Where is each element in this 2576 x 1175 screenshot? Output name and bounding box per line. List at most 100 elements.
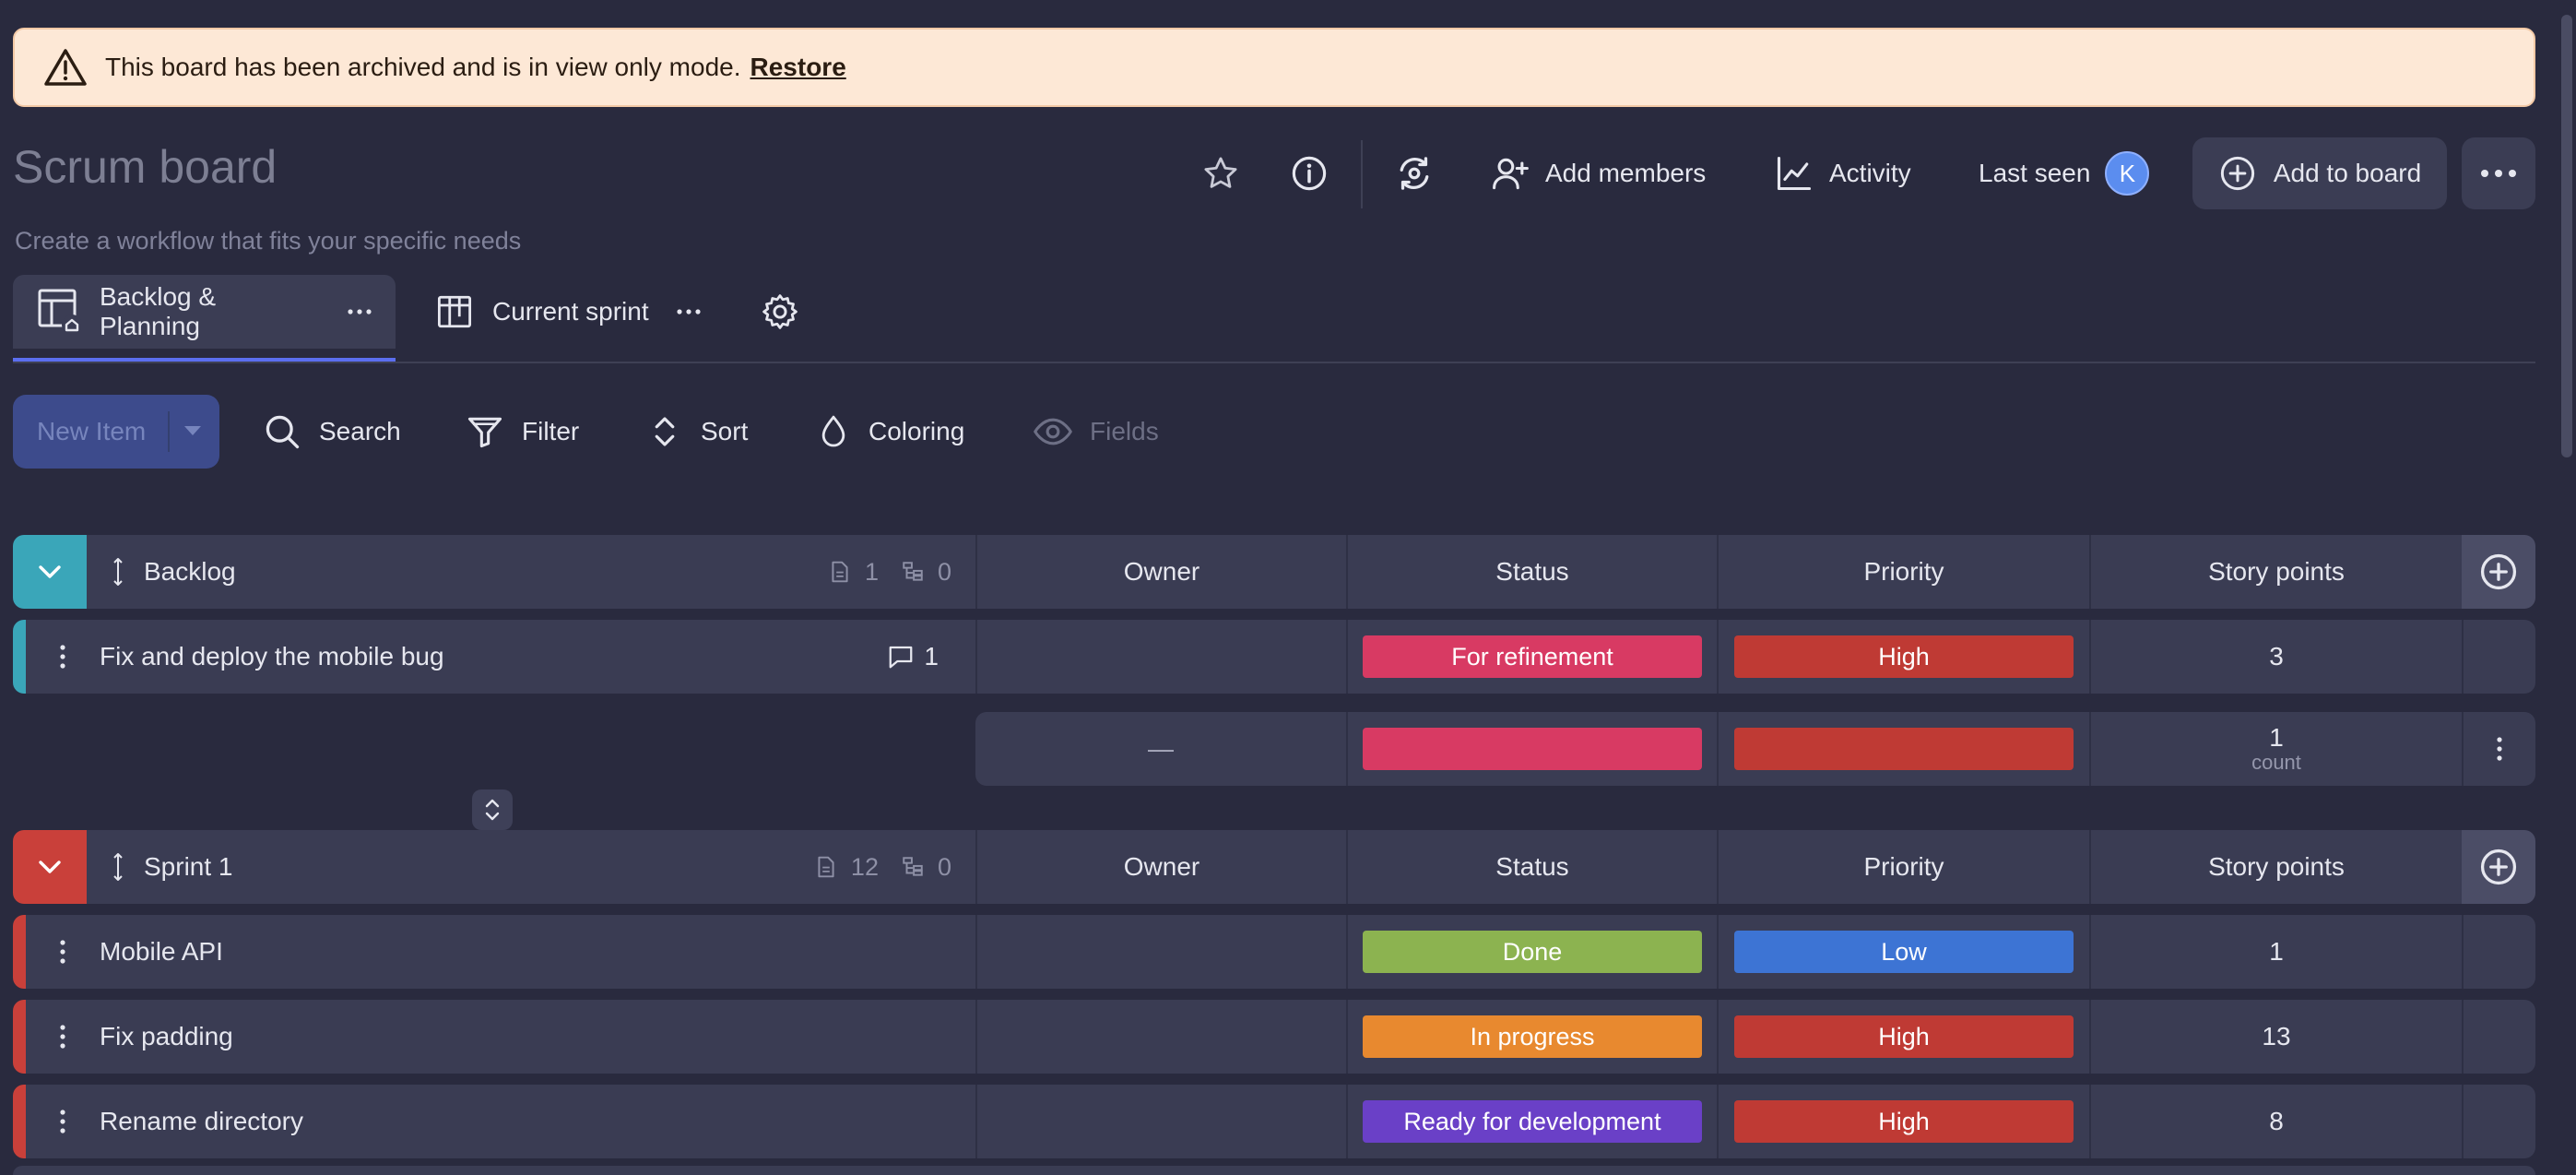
plus-circle-icon	[2478, 847, 2519, 887]
settings-gear-icon[interactable]	[752, 284, 808, 339]
column-header-status[interactable]: Status	[1346, 535, 1717, 609]
item-name[interactable]: Rename directory	[100, 1107, 303, 1136]
drag-handle-icon[interactable]	[112, 558, 124, 586]
coloring-label: Coloring	[869, 417, 965, 445]
table-view-icon	[37, 288, 81, 336]
sort-button[interactable]: Sort	[645, 402, 748, 461]
owner-cell[interactable]	[975, 620, 1346, 694]
priority-badge[interactable]: Low	[1734, 931, 2074, 973]
status-cell[interactable]: In progress	[1346, 1000, 1717, 1074]
owner-cell[interactable]	[975, 1000, 1346, 1074]
priority-cell[interactable]: High	[1717, 1000, 2089, 1074]
fields-button[interactable]: Fields	[1033, 402, 1159, 461]
search-button[interactable]: Search	[262, 402, 401, 461]
group-header[interactable]: Backlog 1 0	[87, 535, 975, 609]
group-collapse-toggle[interactable]	[13, 830, 87, 904]
drag-handle-icon[interactable]	[112, 853, 124, 881]
comment-button[interactable]: 1	[887, 620, 939, 694]
add-column-button[interactable]	[2462, 535, 2535, 609]
archived-banner: This board has been archived and is in v…	[13, 28, 2535, 107]
status-badge[interactable]: Done	[1363, 931, 1702, 973]
column-header-owner[interactable]: Owner	[975, 830, 1346, 904]
tab-backlog-planning[interactable]: Backlog & Planning	[13, 275, 396, 349]
tab-more-icon[interactable]	[348, 309, 372, 315]
column-header-priority[interactable]: Priority	[1717, 535, 2089, 609]
coloring-button[interactable]: Coloring	[815, 402, 964, 461]
row-menu-icon[interactable]	[26, 1085, 100, 1158]
group-header[interactable]: Sprint 1 12 0	[87, 830, 975, 904]
group-name[interactable]: Backlog	[144, 557, 236, 587]
story-points-cell[interactable]: 8	[2089, 1085, 2462, 1158]
owner-summary: —	[975, 712, 1346, 786]
priority-cell[interactable]: High	[1717, 620, 2089, 694]
filter-button[interactable]: Filter	[465, 402, 579, 461]
chevron-down-icon	[38, 860, 62, 874]
owner-cell[interactable]	[975, 915, 1346, 989]
story-points-cell[interactable]: 13	[2089, 1000, 2462, 1074]
story-points-summary[interactable]: 1 count	[2089, 712, 2462, 786]
more-vertical-icon	[2497, 737, 2502, 761]
status-cell[interactable]: Ready for development	[1346, 1085, 1717, 1158]
kanban-icon	[435, 292, 474, 331]
item-name[interactable]: Fix and deploy the mobile bug	[100, 642, 444, 671]
priority-badge[interactable]: High	[1734, 1100, 2074, 1143]
item-name[interactable]: Mobile API	[100, 937, 223, 967]
summary-menu-button[interactable]	[2462, 712, 2535, 786]
status-distribution-bar[interactable]	[1363, 728, 1702, 770]
column-header-status[interactable]: Status	[1346, 830, 1717, 904]
row-menu-icon[interactable]	[26, 1000, 100, 1074]
restore-link[interactable]: Restore	[750, 53, 846, 82]
board-more-button[interactable]	[2462, 137, 2535, 209]
group-collapse-toggle[interactable]	[13, 535, 87, 609]
fields-label: Fields	[1090, 417, 1159, 445]
row-menu-icon[interactable]	[26, 620, 100, 694]
vertical-scrollbar[interactable]	[2561, 15, 2572, 457]
table-row[interactable]: Rename directory	[26, 1085, 975, 1158]
add-to-board-button[interactable]: Add to board	[2192, 137, 2447, 209]
column-header-priority[interactable]: Priority	[1717, 830, 2089, 904]
group-name[interactable]: Sprint 1	[144, 852, 233, 882]
row-color-bar	[13, 915, 26, 989]
table-row[interactable]: Fix and deploy the mobile bug 1	[26, 620, 975, 694]
sort-label: Sort	[701, 417, 749, 445]
document-icon	[814, 853, 838, 881]
priority-cell[interactable]: High	[1717, 1085, 2089, 1158]
row-menu-icon[interactable]	[26, 915, 100, 989]
add-column-button[interactable]	[2462, 830, 2535, 904]
add-members-label: Add members	[1545, 159, 1707, 187]
info-icon[interactable]	[1282, 146, 1337, 201]
activity-button[interactable]: Activity	[1774, 146, 1911, 201]
board-description[interactable]: Create a workflow that fits your specifi…	[15, 227, 521, 255]
table-row[interactable]: Fix padding	[26, 1000, 975, 1074]
search-label: Search	[319, 417, 401, 445]
column-header-owner[interactable]: Owner	[975, 535, 1346, 609]
tab-current-sprint[interactable]: Current sprint	[411, 275, 725, 349]
status-cell[interactable]: Done	[1346, 915, 1717, 989]
add-members-button[interactable]: Add members	[1490, 146, 1706, 201]
warning-icon	[44, 48, 87, 87]
sync-icon[interactable]	[1387, 146, 1442, 201]
star-icon[interactable]	[1193, 146, 1248, 201]
tab-more-icon[interactable]	[677, 309, 701, 315]
expand-collapse-handle[interactable]	[472, 789, 513, 830]
last-seen-button[interactable]: Last seen K	[1979, 146, 2150, 201]
priority-distribution-bar[interactable]	[1734, 728, 2074, 770]
status-cell[interactable]: For refinement	[1346, 620, 1717, 694]
item-name[interactable]: Fix padding	[100, 1022, 233, 1051]
dropdown-caret-icon[interactable]	[184, 426, 201, 435]
board-title[interactable]: Scrum board	[13, 140, 277, 194]
owner-cell[interactable]	[975, 1085, 1346, 1158]
priority-badge[interactable]: High	[1734, 1015, 2074, 1058]
status-badge[interactable]: In progress	[1363, 1015, 1702, 1058]
story-points-cell[interactable]: 3	[2089, 620, 2462, 694]
story-points-cell[interactable]: 1	[2089, 915, 2462, 989]
status-badge[interactable]: Ready for development	[1363, 1100, 1702, 1143]
new-item-button[interactable]: New Item	[13, 395, 219, 469]
priority-badge[interactable]: High	[1734, 635, 2074, 678]
column-header-story-points[interactable]: Story points	[2089, 535, 2462, 609]
status-badge[interactable]: For refinement	[1363, 635, 1702, 678]
column-header-story-points[interactable]: Story points	[2089, 830, 2462, 904]
priority-cell[interactable]: Low	[1717, 915, 2089, 989]
row-color-bar	[13, 620, 26, 694]
table-row[interactable]: Mobile API	[26, 915, 975, 989]
